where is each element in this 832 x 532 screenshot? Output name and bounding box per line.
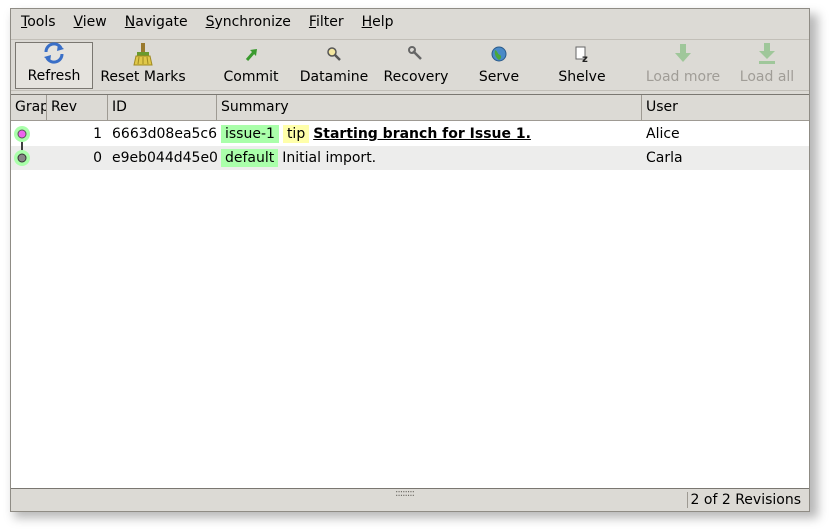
column-header-summary[interactable]: Summary <box>217 95 642 120</box>
commit-arrow-icon <box>239 42 263 66</box>
menu-view[interactable]: View <box>64 9 115 35</box>
menu-navigate-mnemonic: N <box>124 14 136 30</box>
revision-count: 2 of 2 Revisions <box>690 492 801 508</box>
menu-help[interactable]: Help <box>352 9 402 35</box>
refresh-icon <box>42 41 66 65</box>
toolbar: Refresh Reset Marks Commit Datamine Reco… <box>11 39 809 91</box>
load-more-button[interactable]: Load more <box>643 42 723 89</box>
branch-tag: default <box>221 149 279 167</box>
summary-text: Starting branch for Issue 1. <box>313 126 531 142</box>
svg-text:z: z <box>582 54 588 65</box>
user-cell: Alice <box>646 126 680 142</box>
magnifier-icon <box>322 42 346 66</box>
menu-view-mnemonic: V <box>73 14 83 30</box>
revision-table: Graph Rev ID Summary User 1 6663d08ea5c6… <box>11 94 809 489</box>
menubar: Tools View Navigate Synchronize Filter H… <box>11 9 809 35</box>
broom-icon <box>131 42 155 66</box>
main-window: Tools View Navigate Synchronize Filter H… <box>10 8 810 512</box>
load-more-label: Load more <box>645 69 721 85</box>
menu-help-mnemonic: H <box>361 14 373 30</box>
menu-navigate-label: avigate <box>135 14 188 30</box>
summary-text: Initial import. <box>282 150 377 166</box>
menu-synchronize[interactable]: Synchronize <box>196 9 299 35</box>
shelve-label: Shelve <box>558 69 606 85</box>
table-header: Graph Rev ID Summary User <box>11 95 809 121</box>
serve-button[interactable]: Serve <box>469 42 529 89</box>
datamine-button[interactable]: Datamine <box>295 42 373 89</box>
column-header-rev[interactable]: Rev <box>47 95 108 120</box>
menu-help-label: elp <box>372 14 394 30</box>
id-cell: 6663d08ea5c6 <box>112 126 218 142</box>
reset-marks-button[interactable]: Reset Marks <box>97 42 189 89</box>
shelve-button[interactable]: z Shelve <box>549 42 615 89</box>
menu-view-label: iew <box>82 14 107 30</box>
rev-cell: 0 <box>93 150 102 166</box>
revision-graph <box>14 126 30 166</box>
status-bar: :::::::: 2 of 2 Revisions <box>11 488 809 511</box>
summary-cell: issue-1 tip Starting branch for Issue 1. <box>221 122 531 146</box>
menu-tools[interactable]: Tools <box>11 9 64 35</box>
serve-label: Serve <box>478 69 520 85</box>
recovery-button[interactable]: Recovery <box>381 42 451 89</box>
menu-filter-mnemonic: F <box>308 14 316 30</box>
down-arrow-bar-icon <box>755 42 779 66</box>
user-cell: Carla <box>646 150 683 166</box>
resize-grip-icon[interactable]: :::::::: <box>395 488 415 499</box>
datamine-label: Datamine <box>299 69 369 85</box>
commit-button[interactable]: Commit <box>217 42 285 89</box>
globe-icon <box>487 42 511 66</box>
summary-cell: default Initial import. <box>221 146 376 170</box>
status-separator <box>687 492 688 508</box>
column-header-id[interactable]: ID <box>108 95 217 120</box>
branch-tag: issue-1 <box>221 125 279 143</box>
commit-label: Commit <box>223 69 279 85</box>
tip-tag: tip <box>282 125 310 143</box>
column-header-user[interactable]: User <box>642 95 809 120</box>
table-row[interactable]: 0 e9eb044d45e0 default Initial import. Ca… <box>11 146 809 170</box>
graph-node <box>17 129 27 139</box>
refresh-label: Refresh <box>27 68 81 84</box>
graph-node <box>17 153 27 163</box>
down-arrow-icon <box>671 42 695 66</box>
menu-tools-label: ools <box>27 14 56 30</box>
shelve-icon: z <box>570 42 594 66</box>
rev-cell: 1 <box>93 126 102 142</box>
load-all-label: Load all <box>739 69 795 85</box>
id-cell: e9eb044d45e0 <box>112 150 218 166</box>
menu-filter[interactable]: Filter <box>299 9 352 35</box>
menu-filter-label: ilter <box>315 14 344 30</box>
reset-marks-label: Reset Marks <box>100 69 186 85</box>
wrench-icon <box>404 42 428 66</box>
table-row[interactable]: 1 6663d08ea5c6 issue-1 tip Starting branch… <box>11 122 809 146</box>
menu-navigate[interactable]: Navigate <box>115 9 196 35</box>
recovery-label: Recovery <box>383 69 449 85</box>
menu-synchronize-label: ynchronize <box>214 14 291 30</box>
load-all-button[interactable]: Load all <box>735 42 799 89</box>
refresh-button[interactable]: Refresh <box>15 42 93 89</box>
